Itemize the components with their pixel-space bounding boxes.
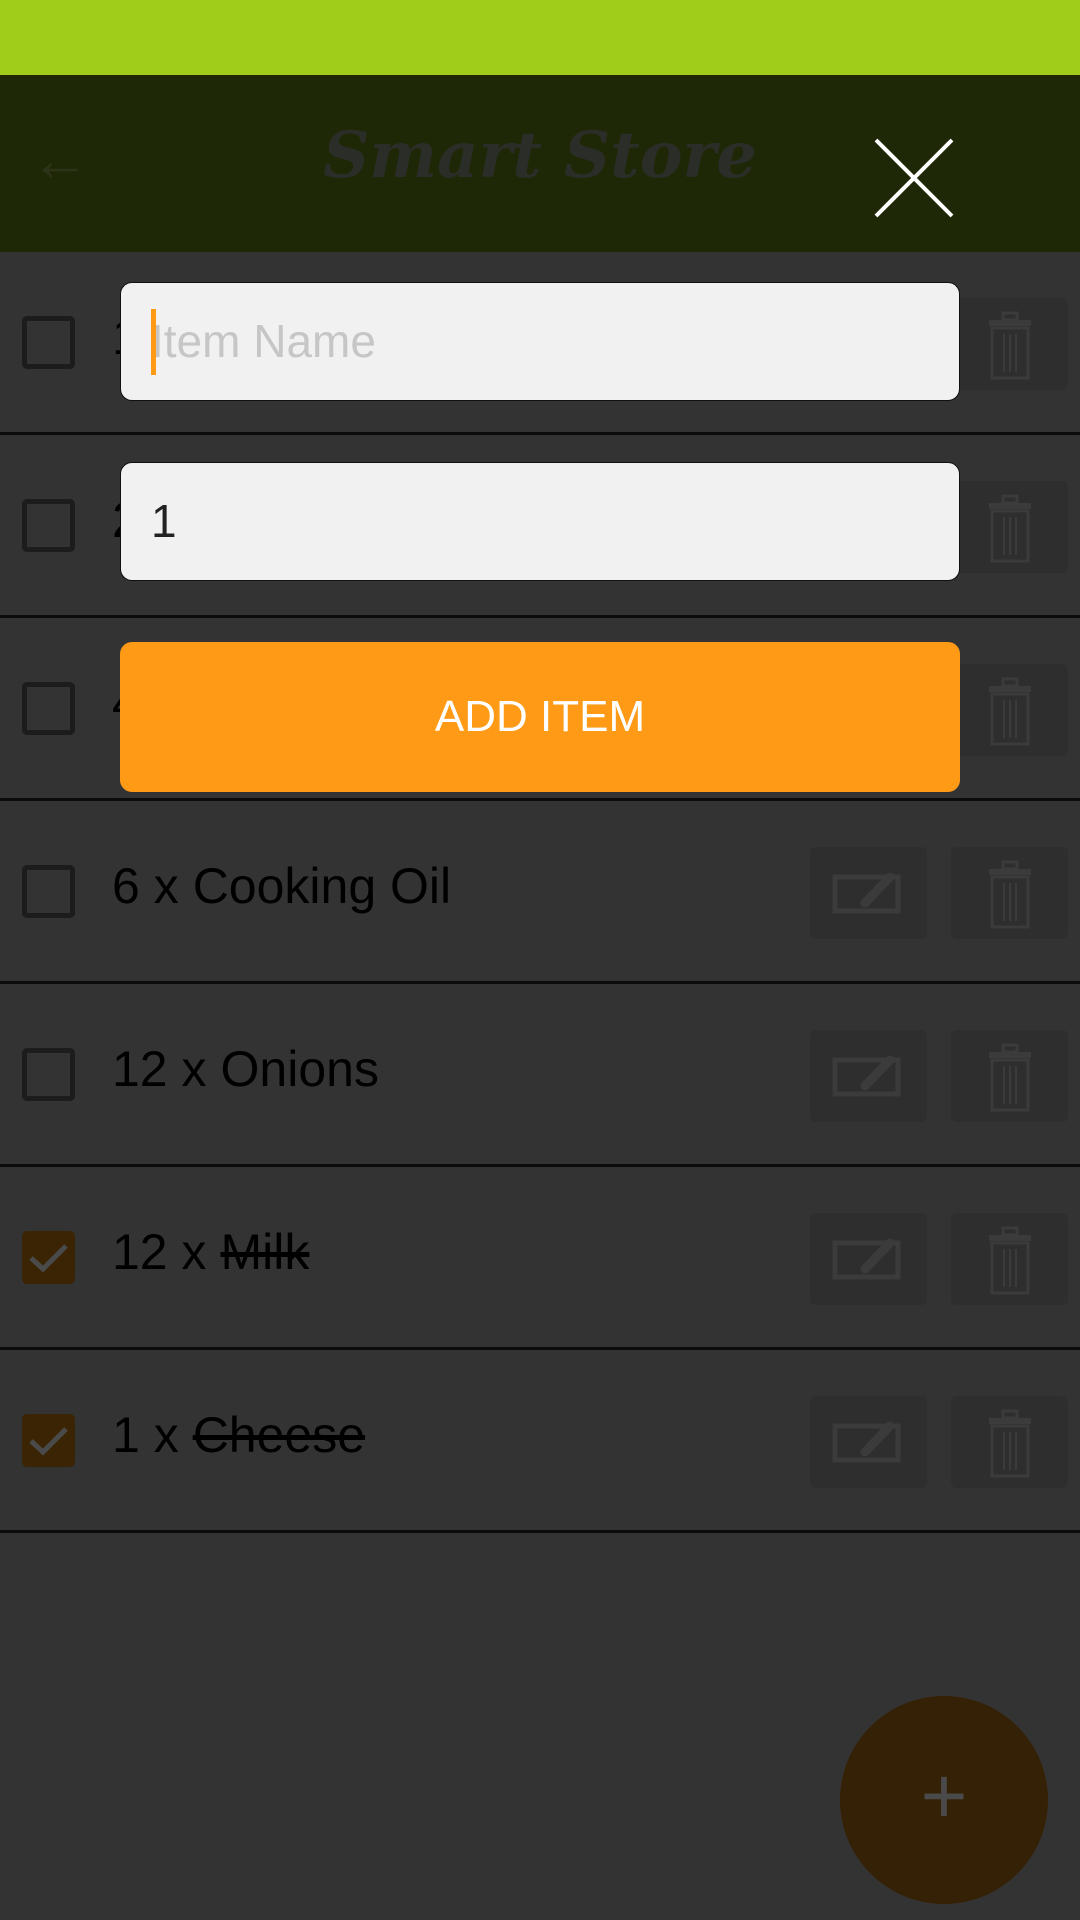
delete-button[interactable]: [951, 481, 1068, 573]
item-quantity: 12 x: [112, 1041, 207, 1097]
edit-button[interactable]: [810, 847, 927, 939]
edit-icon: [810, 1421, 927, 1492]
item-quantity: 6 x: [112, 858, 179, 914]
delete-button[interactable]: [951, 298, 1068, 390]
item-name: Milk: [220, 1224, 310, 1280]
list-item: 1 x Cheese: [0, 1350, 1080, 1533]
status-bar: [0, 0, 1080, 75]
item-label: 1 x Cheese: [112, 1406, 365, 1464]
edit-button[interactable]: [810, 1396, 927, 1488]
delete-button[interactable]: [951, 1396, 1068, 1488]
edit-icon: [810, 872, 927, 943]
item-name: Onions: [220, 1041, 379, 1097]
trash-icon: [951, 1409, 1068, 1492]
delete-button[interactable]: [951, 664, 1068, 756]
item-checkbox[interactable]: [22, 865, 75, 918]
item-checkbox[interactable]: [22, 1048, 75, 1101]
check-icon: [29, 1244, 68, 1273]
edit-button[interactable]: [810, 1213, 927, 1305]
text-caret: [151, 309, 156, 375]
trash-icon: [951, 311, 1068, 394]
item-quantity: 12 x: [112, 1224, 207, 1280]
add-fab-button[interactable]: +: [840, 1696, 1048, 1904]
trash-icon: [951, 494, 1068, 577]
item-name: Cooking Oil: [192, 858, 452, 914]
list-item: 12 x Milk: [0, 1167, 1080, 1350]
list-item: 12 x Onions: [0, 984, 1080, 1167]
delete-button[interactable]: [951, 1030, 1068, 1122]
delete-button[interactable]: [951, 847, 1068, 939]
item-checkbox[interactable]: [22, 682, 75, 735]
item-name-placeholder: Item Name: [151, 315, 376, 367]
close-icon[interactable]: [872, 136, 956, 220]
edit-icon: [810, 1238, 927, 1309]
item-label: 6 x Cooking Oil: [112, 857, 451, 915]
edit-button[interactable]: [810, 1030, 927, 1122]
trash-icon: [951, 860, 1068, 943]
item-label: 12 x Onions: [112, 1040, 379, 1098]
trash-icon: [951, 677, 1068, 760]
item-name: Cheese: [192, 1407, 366, 1463]
item-quantity: 1 x: [112, 1407, 179, 1463]
item-checkbox[interactable]: [22, 1231, 75, 1284]
trash-icon: [951, 1043, 1068, 1126]
item-name-input[interactable]: Item Name: [120, 282, 960, 401]
trash-icon: [951, 1226, 1068, 1309]
item-checkbox[interactable]: [22, 1414, 75, 1467]
add-item-button[interactable]: ADD ITEM: [120, 642, 960, 792]
edit-icon: [810, 1055, 927, 1126]
item-checkbox[interactable]: [22, 499, 75, 552]
check-icon: [29, 1427, 68, 1456]
quantity-input[interactable]: 1: [120, 462, 960, 581]
delete-button[interactable]: [951, 1213, 1068, 1305]
item-checkbox[interactable]: [22, 316, 75, 369]
list-item: 6 x Cooking Oil: [0, 801, 1080, 984]
item-label: 12 x Milk: [112, 1223, 309, 1281]
